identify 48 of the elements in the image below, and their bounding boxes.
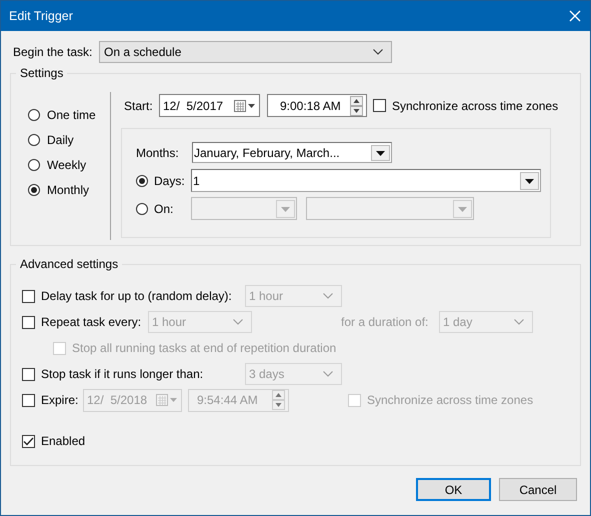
checkbox-label: Synchronize across time zones bbox=[367, 393, 534, 407]
close-icon[interactable] bbox=[569, 10, 581, 22]
checkbox[interactable] bbox=[22, 394, 35, 406]
radio-button[interactable] bbox=[28, 134, 40, 146]
field-label: Begin the task: bbox=[13, 44, 94, 58]
chevron-down-icon bbox=[514, 319, 524, 325]
checkbox[interactable] bbox=[22, 434, 35, 448]
radio-label: One time bbox=[47, 108, 96, 122]
dropdown[interactable]: January, February, March... bbox=[192, 142, 392, 163]
field-label: for a duration of: bbox=[341, 315, 430, 329]
field-label: Start: bbox=[124, 98, 154, 112]
group-title: Settings bbox=[19, 66, 64, 80]
date-field[interactable]: 12/ 5/2017 bbox=[159, 94, 260, 117]
checkbox-label: Repeat task every: bbox=[41, 315, 142, 329]
checkbox[interactable] bbox=[22, 290, 35, 302]
checkbox[interactable] bbox=[22, 316, 35, 328]
radio-label: Days: bbox=[154, 174, 186, 188]
checkbox-label: Delay task for up to (random delay): bbox=[41, 289, 233, 303]
group-title: Advanced settings bbox=[19, 257, 120, 271]
checkbox-label: Stop all running tasks at end of repetition duration bbox=[72, 341, 336, 355]
window-title: Edit Trigger bbox=[9, 9, 73, 23]
radio-label: Daily bbox=[47, 132, 74, 146]
checkbox[interactable] bbox=[373, 99, 386, 112]
chevron-down-icon bbox=[233, 319, 243, 325]
radio-button[interactable] bbox=[136, 202, 148, 214]
dropdown[interactable]: On a schedule bbox=[99, 40, 392, 62]
calendar-icon[interactable] bbox=[234, 100, 256, 112]
ok-button[interactable]: OK bbox=[416, 478, 491, 501]
radio-button[interactable] bbox=[28, 108, 40, 120]
checkbox[interactable] bbox=[22, 368, 35, 380]
checkbox-label: Synchronize across time zones bbox=[392, 98, 558, 112]
radio-button[interactable] bbox=[28, 184, 40, 196]
checkbox-label: Stop task if it runs longer than: bbox=[41, 367, 204, 381]
dropdown[interactable]: 1 bbox=[191, 169, 541, 192]
time-field[interactable]: 9:00:18 AM bbox=[267, 94, 367, 117]
cancel-button[interactable]: Cancel bbox=[499, 478, 577, 501]
radio-label: Monthly bbox=[47, 182, 90, 196]
radio-button[interactable] bbox=[136, 174, 148, 186]
radio-label: On: bbox=[154, 202, 174, 216]
field-label: Months: bbox=[136, 146, 180, 160]
checkbox-label: Enabled bbox=[41, 434, 86, 448]
chevron-down-icon bbox=[373, 48, 383, 54]
chevron-down-icon bbox=[323, 293, 333, 299]
radio-button[interactable] bbox=[28, 158, 40, 170]
chevron-down-icon bbox=[323, 371, 333, 377]
checkbox-label: Expire: bbox=[41, 393, 80, 407]
spin-button-icon[interactable] bbox=[350, 96, 363, 116]
radio-label: Weekly bbox=[47, 158, 86, 172]
